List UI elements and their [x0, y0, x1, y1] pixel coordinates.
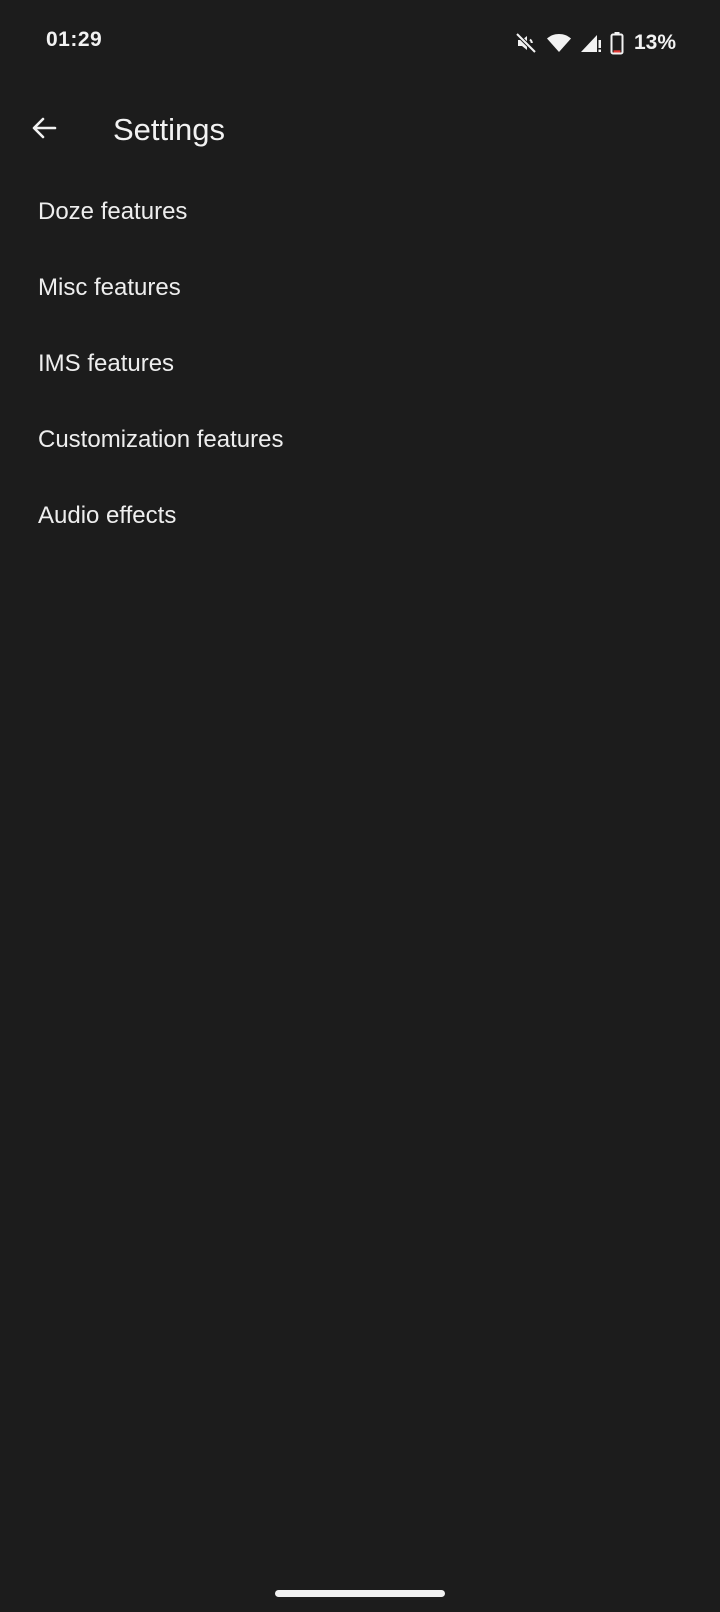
mute-icon: [514, 31, 538, 55]
back-button[interactable]: [20, 106, 68, 154]
battery-icon: [610, 31, 624, 55]
settings-list: Doze features Misc features IMS features…: [0, 174, 720, 554]
settings-item-misc-features[interactable]: Misc features: [0, 250, 720, 326]
battery-percent: 13%: [633, 31, 676, 54]
arrow-back-icon: [30, 114, 58, 147]
status-icons: 13%: [514, 28, 676, 58]
settings-item-customization-features[interactable]: Customization features: [0, 402, 720, 478]
wifi-icon: [546, 31, 572, 55]
app-bar: Settings: [0, 86, 720, 174]
settings-item-ims-features[interactable]: IMS features: [0, 326, 720, 402]
gesture-nav-handle[interactable]: [275, 1590, 445, 1597]
signal-icon: [580, 31, 602, 55]
status-bar: 01:29 13%: [0, 0, 720, 86]
page-title: Settings: [113, 112, 226, 147]
settings-item-doze-features[interactable]: Doze features: [0, 174, 720, 250]
settings-item-audio-effects[interactable]: Audio effects: [0, 478, 720, 554]
status-time: 01:29: [46, 28, 103, 51]
